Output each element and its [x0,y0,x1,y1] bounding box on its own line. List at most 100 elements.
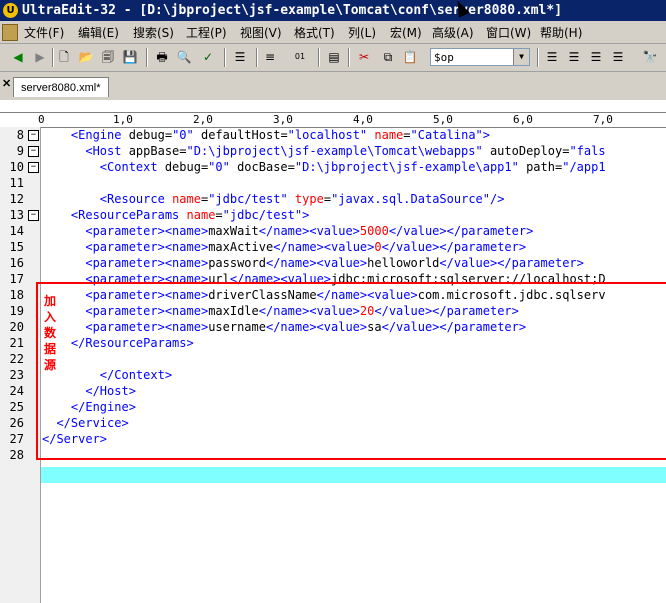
close-tab-icon[interactable]: ✕ [2,77,11,90]
code-line[interactable]: 8− <Engine debug="0" defaultHost="localh… [0,127,666,143]
code-line[interactable]: 16 <parameter><name>password</name><valu… [0,255,666,271]
menu-help[interactable]: 帮助(H) [540,24,582,41]
menu-window[interactable]: 窗口(W) [486,24,531,41]
line-number: 16 [9,256,24,270]
code-text: <Engine debug="0" defaultHost="localhost… [70,128,491,142]
new-file-icon[interactable]: 🗋 [56,49,72,65]
paste-icon[interactable]: 📋 [402,49,418,65]
tab-bar: ✕ server8080.xml* [0,72,666,100]
print-icon[interactable]: 🖶 [154,49,170,65]
code-line[interactable]: 9− <Host appBase="D:\jbproject\jsf-examp… [0,143,666,159]
toolbar-separator [537,48,539,67]
word-wrap-icon[interactable]: ≡ [262,49,278,65]
line-number: 25 [9,400,24,414]
line-number: 17 [9,272,24,286]
macro-combo[interactable]: $op ▼ [430,48,530,66]
tab-server8080[interactable]: server8080.xml* [13,77,109,97]
annotation-box [36,282,666,460]
menu-macro[interactable]: 宏(M) [390,24,422,41]
fold-toggle-icon[interactable]: − [28,210,39,221]
clipboard-list-icon[interactable]: ▤ [326,49,342,65]
chevron-down-icon[interactable]: ▼ [513,49,529,65]
line-number: 15 [9,240,24,254]
fold-toggle-icon[interactable]: − [28,162,39,173]
ruler-label: 1,0 [113,113,133,126]
line-number: 14 [9,224,24,238]
cut-icon[interactable]: ✂ [356,49,372,65]
print-preview-icon[interactable]: 🔍 [176,49,192,65]
code-line[interactable]: 14 <parameter><name>maxWait</name><value… [0,223,666,239]
copy-icon[interactable]: ⧉ [380,49,396,65]
menu-advanced[interactable]: 高级(A) [432,24,474,41]
code-text: <ResourceParams name="jdbc/test"> [70,208,310,222]
code-line[interactable]: 15 <parameter><name>maxActive</name><val… [0,239,666,255]
align-right-icon[interactable]: ☰ [588,49,604,65]
line-number: 19 [9,304,24,318]
forward-arrow-icon[interactable]: ▶ [32,49,48,65]
line-number: 21 [9,336,24,350]
toolbar-separator [52,48,54,67]
title-bar: U UltraEdit-32 - [D:\jbproject\jsf-examp… [0,0,666,21]
annotation-char: 入 [44,310,57,324]
fold-toggle-icon[interactable]: − [28,146,39,157]
annotation-char: 加 [44,294,57,308]
line-number: 22 [9,352,24,366]
fold-toggle-icon[interactable]: − [28,130,39,141]
line-number: 28 [9,448,24,462]
code-line[interactable]: 11 [0,175,666,191]
back-arrow-icon[interactable]: ◀ [10,49,26,65]
line-number: 24 [9,384,24,398]
code-line[interactable]: 13− <ResourceParams name="jdbc/test"> [0,207,666,223]
annotation-label: 加 入 数 据 源 [44,293,58,373]
ruler-label: 4,0 [353,113,373,126]
line-number: 23 [9,368,24,382]
hex-mode-icon[interactable]: 01 [292,49,308,65]
window-title: UltraEdit-32 - [D:\jbproject\jsf-example… [22,3,563,18]
document-icon[interactable]: ☰ [232,49,248,65]
code-text: <parameter><name>maxWait</name><value>50… [85,224,534,238]
find-icon[interactable]: 🔭 [642,49,658,65]
annotation-char: 据 [44,342,57,356]
line-number: 11 [9,176,24,190]
menu-view[interactable]: 视图(V) [240,24,282,41]
align-center-icon[interactable]: ☰ [566,49,582,65]
open-folder-icon[interactable]: 📂 [78,49,94,65]
ruler-label: 6,0 [513,113,533,126]
menu-search[interactable]: 搜索(S) [133,24,174,41]
line-number: 26 [9,416,24,430]
line-number: 12 [9,192,24,206]
menu-column[interactable]: 列(L) [348,24,376,41]
editor-pane[interactable]: 0 1,0 2,0 3,0 4,0 5,0 6,0 7,0 8− <Engine… [0,100,666,603]
align-left-icon[interactable]: ☰ [544,49,560,65]
ruler-label: 5,0 [433,113,453,126]
justify-icon[interactable]: ☰ [610,49,626,65]
menu-file[interactable]: 文件(F) [24,24,64,41]
line-number: 18 [9,288,24,302]
code-line[interactable]: 12 <Resource name="jdbc/test" type="java… [0,191,666,207]
toolbar-separator [146,48,148,67]
line-number: 8 [16,128,24,142]
menu-edit[interactable]: 编辑(E) [78,24,119,41]
code-text: <Context debug="0" docBase="D:\jbproject… [99,160,606,174]
line-number: 20 [9,320,24,334]
code-line[interactable]: 10− <Context debug="0" docBase="D:\jbpro… [0,159,666,175]
code-text: <Resource name="jdbc/test" type="javax.s… [99,192,505,206]
menu-project[interactable]: 工程(P) [186,24,227,41]
toolbar-separator [224,48,226,67]
code-text: <parameter><name>password</name><value>h… [85,256,584,270]
close-file-icon[interactable]: 🗐 [100,49,116,65]
save-icon[interactable]: 💾 [122,49,138,65]
menu-format[interactable]: 格式(T) [294,24,335,41]
toolbar: ◀ ▶ 🗋 📂 🗐 💾 🖶 🔍 ✓ ☰ ≡ 01 ▤ ✂ ⧉ 📋 ☰ ☰ ☰ ☰… [0,44,666,72]
ruler-label: 3,0 [273,113,293,126]
spell-check-icon[interactable]: ✓ [200,49,216,65]
annotation-char: 数 [44,326,57,340]
ruler-label: 0 [38,113,45,126]
ruler: 0 1,0 2,0 3,0 4,0 5,0 6,0 7,0 [0,112,666,128]
code-text: <Host appBase="D:\jbproject\jsf-example\… [85,144,606,158]
app-icon[interactable]: U [3,3,18,18]
code-text: <parameter><name>maxActive</name><value>… [85,240,527,254]
macro-combo-value: $op [434,51,454,64]
current-line-highlight [41,467,666,483]
line-number: 27 [9,432,24,446]
